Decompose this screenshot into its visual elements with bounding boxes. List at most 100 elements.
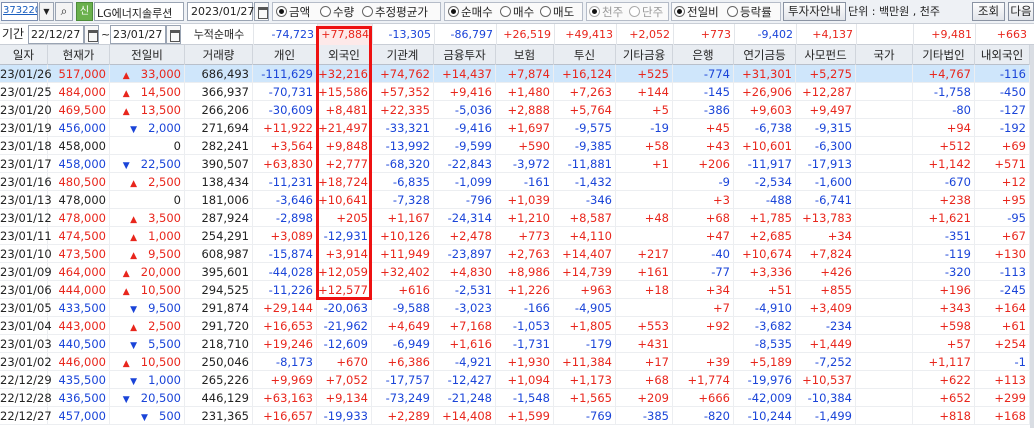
table-row[interactable]: 23/01/20 469,500 ▲ 13,500 266,206 -30,609 +8,4… <box>0 101 1034 119</box>
query-button[interactable]: 조회 <box>972 2 1005 21</box>
radio-estimated-avg-label: 추정평균가 <box>375 4 428 19</box>
column-header-domestic-foreign[interactable]: 내외국인 <box>975 45 1030 65</box>
cell-domestic-foreign: +12 <box>975 173 1030 191</box>
cell-individual: +3,089 <box>253 227 317 245</box>
column-header-change[interactable]: 전일비 <box>110 45 185 65</box>
cell-change: ▼ 20,500 <box>110 389 185 407</box>
cell-individual: -70,731 <box>253 83 317 101</box>
stock-name-field[interactable]: LG에너지솔루션 <box>94 2 184 21</box>
cell-bank <box>673 335 734 353</box>
cell-government <box>856 371 913 389</box>
table-row[interactable]: 22/12/28 436,500 ▼ 20,500 446,129 +63,163 +9,1… <box>0 389 1034 407</box>
change-value: 10,500 <box>140 355 181 369</box>
cell-financial-invest: -21,248 <box>434 389 496 407</box>
radio-sell[interactable]: 매도 <box>540 2 574 21</box>
radio-amount[interactable]: 금액 <box>276 2 310 21</box>
cell-insurance: +1,226 <box>496 281 554 299</box>
date-input[interactable]: 2023/01/27 <box>187 2 254 21</box>
radio-indicator <box>448 6 459 17</box>
cell-other-corp: +818 <box>913 407 975 425</box>
cell-private-equity: -1,499 <box>796 407 856 425</box>
radio-estimated-avg-price[interactable]: 추정평균가 <box>362 2 428 21</box>
table-row[interactable]: 23/01/05 433,500 ▼ 9,500 291,874 +29,144 -20,0… <box>0 299 1034 317</box>
radio-thousand-shares[interactable]: 천주 <box>589 2 623 21</box>
table-row[interactable]: 23/01/10 473,500 ▲ 9,500 608,987 -15,874 +3,91… <box>0 245 1034 263</box>
search-icon[interactable]: ⌕ <box>55 2 73 21</box>
table-row[interactable]: 22/12/29 435,500 ▼ 1,000 265,226 +9,969 +7,052… <box>0 371 1034 389</box>
column-header-date[interactable]: 일자 <box>0 45 48 65</box>
column-header-other-finance[interactable]: 기타금융 <box>616 45 673 65</box>
column-header-individual[interactable]: 개인 <box>253 45 317 65</box>
column-header-price[interactable]: 현재가 <box>48 45 110 65</box>
cell-other-finance <box>616 173 673 191</box>
cell-change: ▼ 9,500 <box>110 299 185 317</box>
stock-code-dropdown-button[interactable]: ▼ <box>39 2 54 21</box>
radio-single-shares[interactable]: 단주 <box>629 2 663 21</box>
cell-date: 23/01/03 <box>0 335 52 353</box>
cell-institution: -7,328 <box>372 191 434 209</box>
column-header-insurance[interactable]: 보험 <box>496 45 554 65</box>
radio-buy[interactable]: 매수 <box>500 2 534 21</box>
cell-individual: -3,646 <box>253 191 317 209</box>
cell-financial-invest: -4,921 <box>434 353 496 371</box>
table-row[interactable]: 23/01/13 478,000 0 181,006 -3,646 +10,641 -7,3… <box>0 191 1034 209</box>
table-row[interactable]: 23/01/11 474,500 ▲ 1,000 254,291 +3,089 -12,93… <box>0 227 1034 245</box>
column-header-volume[interactable]: 거래량 <box>185 45 253 65</box>
table-row[interactable]: 23/01/09 464,000 ▲ 20,000 395,601 -44,028 +12,… <box>0 263 1034 281</box>
radio-indicator <box>320 6 331 17</box>
cell-domestic-foreign: +67 <box>975 227 1030 245</box>
column-header-private-equity[interactable]: 사모펀드 <box>796 45 856 65</box>
table-row[interactable]: 23/01/19 456,000 ▼ 2,000 271,694 +11,922 +21,4… <box>0 119 1034 137</box>
column-header-bank[interactable]: 은행 <box>673 45 734 65</box>
cell-government <box>856 209 913 227</box>
change-value: 1,000 <box>148 373 181 387</box>
investor-guide-button[interactable]: 투자자안내 <box>783 2 846 21</box>
radio-change-rate[interactable]: 등락률 <box>727 2 772 21</box>
cell-price: 458,000 <box>48 155 110 173</box>
cell-bank: +34 <box>673 281 734 299</box>
radio-quantity[interactable]: 수량 <box>320 2 354 21</box>
table-row[interactable]: 23/01/16 480,500 ▲ 2,500 138,434 -11,231 +18,7… <box>0 173 1034 191</box>
cell-volume: 287,924 <box>185 209 253 227</box>
change-value: 20,000 <box>140 265 181 279</box>
table-row[interactable]: 23/01/17 458,000 ▼ 22,500 390,507 +63,830 +2,7… <box>0 155 1034 173</box>
column-header-financial-invest[interactable]: 금융투자 <box>434 45 496 65</box>
column-header-institution[interactable]: 기관계 <box>372 45 434 65</box>
cell-domestic-foreign: +61 <box>975 317 1030 335</box>
cell-financial-invest: -23,897 <box>434 245 496 263</box>
table-row[interactable]: 23/01/12 478,000 ▲ 3,500 287,924 -2,898 +205 +1… <box>0 209 1034 227</box>
unit-label: 단위 : 백만원 , 천주 <box>848 5 941 18</box>
cell-trust: -769 <box>554 407 616 425</box>
cell-institution: +10,126 <box>372 227 434 245</box>
cell-individual: -11,226 <box>253 281 317 299</box>
table-row[interactable]: 23/01/02 446,000 ▲ 10,500 250,046 -8,173 +670 +… <box>0 353 1034 371</box>
cell-date: 22/12/27 <box>0 407 52 425</box>
column-header-foreign[interactable]: 외국인 <box>317 45 372 65</box>
cell-other-corp: +238 <box>913 191 975 209</box>
calendar-icon[interactable] <box>254 2 269 21</box>
cell-date: 23/01/05 <box>0 299 52 317</box>
cell-other-corp: +1,621 <box>913 209 975 227</box>
cell-pension: -3,682 <box>734 317 796 335</box>
radio-prev-day-change[interactable]: 전일비 <box>674 2 719 21</box>
vertical-scrollbar[interactable] <box>1030 45 1034 428</box>
stock-code-input[interactable]: 373220 <box>1 2 38 21</box>
table-row[interactable]: 23/01/26 517,000 ▲ 33,000 686,493 -111,629 +32… <box>0 65 1034 83</box>
table-row[interactable]: 23/01/03 440,500 ▼ 5,500 218,710 +19,246 -12,6… <box>0 335 1034 353</box>
cell-financial-invest: +4,830 <box>434 263 496 281</box>
radio-single-shares-label: 단주 <box>642 4 664 19</box>
column-header-other-corp[interactable]: 기타법인 <box>913 45 975 65</box>
next-button[interactable]: 다음 <box>1008 2 1034 21</box>
column-header-trust[interactable]: 투신 <box>554 45 616 65</box>
column-header-government[interactable]: 국가 <box>856 45 913 65</box>
cell-date: 23/01/26 <box>0 65 52 83</box>
cell-other-finance <box>616 227 673 245</box>
table-row[interactable]: 23/01/18 458,000 0 282,241 +3,564 +9,848 -13,9… <box>0 137 1034 155</box>
column-header-pension[interactable]: 연기금등 <box>734 45 796 65</box>
radio-net-buy[interactable]: 순매수 <box>448 2 493 21</box>
table-row[interactable]: 23/01/06 444,000 ▲ 10,500 294,525 -11,226 +12,… <box>0 281 1034 299</box>
cell-other-finance: +18 <box>616 281 673 299</box>
table-row[interactable]: 23/01/04 443,000 ▲ 2,500 291,720 +16,653 -21,9… <box>0 317 1034 335</box>
table-row[interactable]: 22/12/27 457,000 ▼ 500 231,365 +16,657 -19,933… <box>0 407 1034 425</box>
table-row[interactable]: 23/01/25 484,000 ▲ 14,500 366,937 -70,731 +15,… <box>0 83 1034 101</box>
